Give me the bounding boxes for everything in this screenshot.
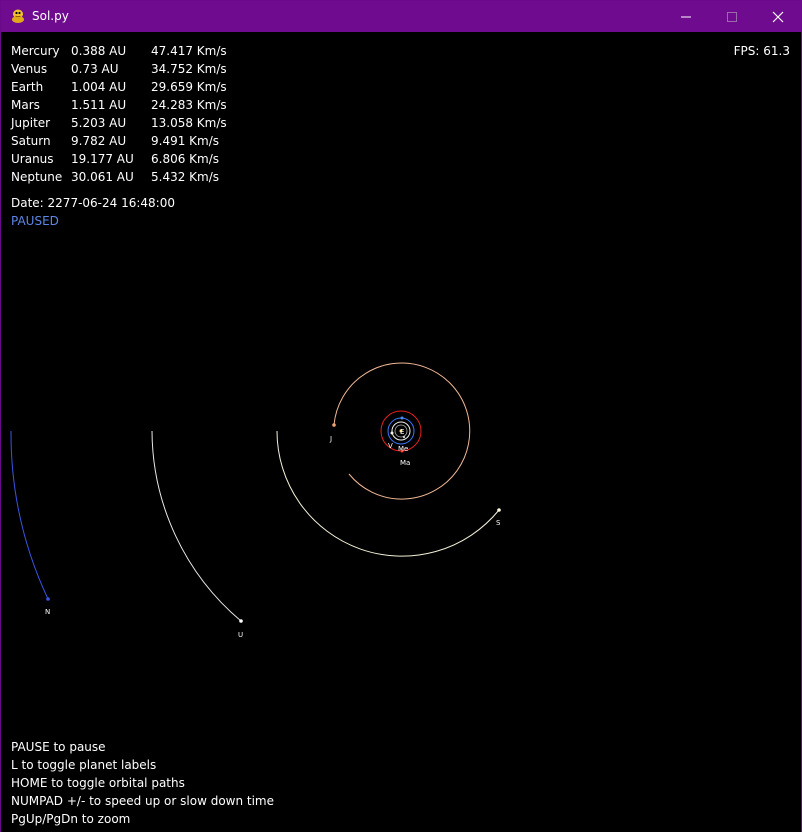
planet-name: Jupiter [11,116,51,130]
planet-name: Mercury [11,44,60,58]
venus-marker [390,431,394,435]
planet-velocity: 13.058 Km/s [151,116,227,130]
neptune-marker [46,597,50,601]
simulation-date: Date: 2277-06-24 16:48:00 [11,196,175,210]
planet-name: Mars [11,98,40,112]
app-window: Sol.py Me V E Ma J S U N Mercury 0.388 A… [0,0,802,832]
planet-velocity: 47.417 Km/s [151,44,227,58]
help-line: PgUp/PgDn to zoom [11,812,131,826]
keyboard-help: PAUSE to pause L to toggle planet labels… [11,738,274,828]
planet-name: Venus [11,62,48,76]
planet-name: Uranus [11,152,54,166]
planet-velocity: 5.432 Km/s [151,170,220,184]
label-saturn: S [496,519,501,527]
close-icon [772,11,784,23]
planet-distance: 5.203 AU [71,116,127,130]
saturn-marker [497,508,501,512]
close-button[interactable] [755,1,801,32]
maximize-button[interactable] [709,1,755,32]
uranus-orbit-path [151,430,242,622]
label-mars: Ma [400,459,410,467]
planet-distance: 1.511 AU [71,98,127,112]
planet-distance: 0.388 AU [71,44,127,58]
jupiter-marker [332,423,336,427]
label-mercury: Me [398,445,408,453]
planet-velocity: 9.491 Km/s [151,134,220,148]
paused-status: PAUSED [11,214,59,228]
help-line: HOME to toggle orbital paths [11,776,185,790]
planet-name: Neptune [11,170,63,184]
label-jupiter: J [329,435,332,443]
planet-velocity: 24.283 Km/s [151,98,227,112]
planet-velocity: 6.806 Km/s [151,152,220,166]
help-line: L to toggle planet labels [11,758,157,772]
planet-distance: 30.061 AU [71,170,134,184]
help-line: PAUSE to pause [11,740,106,754]
simulation-canvas[interactable]: Me V E Ma J S U N Mercury 0.388 AU 47.41… [1,32,801,832]
uranus-marker [239,619,243,623]
neptune-orbit-path [10,430,49,600]
planet-distance: 9.782 AU [71,134,127,148]
label-earth: E [400,428,404,436]
earth-marker [400,416,404,420]
planet-distance: 19.177 AU [71,152,134,166]
planet-name: Earth [11,80,44,94]
help-line: NUMPAD +/- to speed up or slow down time [11,794,275,808]
maximize-icon [727,12,737,22]
planet-name: Saturn [11,134,51,148]
mercury-marker [402,435,406,439]
fps-counter: FPS: 61.3 [733,44,790,58]
minimize-icon [681,16,691,18]
planet-distance: 0.73 AU [71,62,119,76]
window-title: Sol.py [32,9,69,23]
planet-velocity: 29.659 Km/s [151,80,227,94]
minimize-button[interactable] [663,1,709,32]
planet-distance: 1.004 AU [71,80,127,94]
label-uranus: U [238,631,243,639]
python-snake-icon [12,9,24,23]
title-bar[interactable]: Sol.py [1,1,801,32]
planet-velocity: 34.752 Km/s [151,62,227,76]
label-venus: V [388,442,393,450]
label-neptune: N [45,608,50,616]
